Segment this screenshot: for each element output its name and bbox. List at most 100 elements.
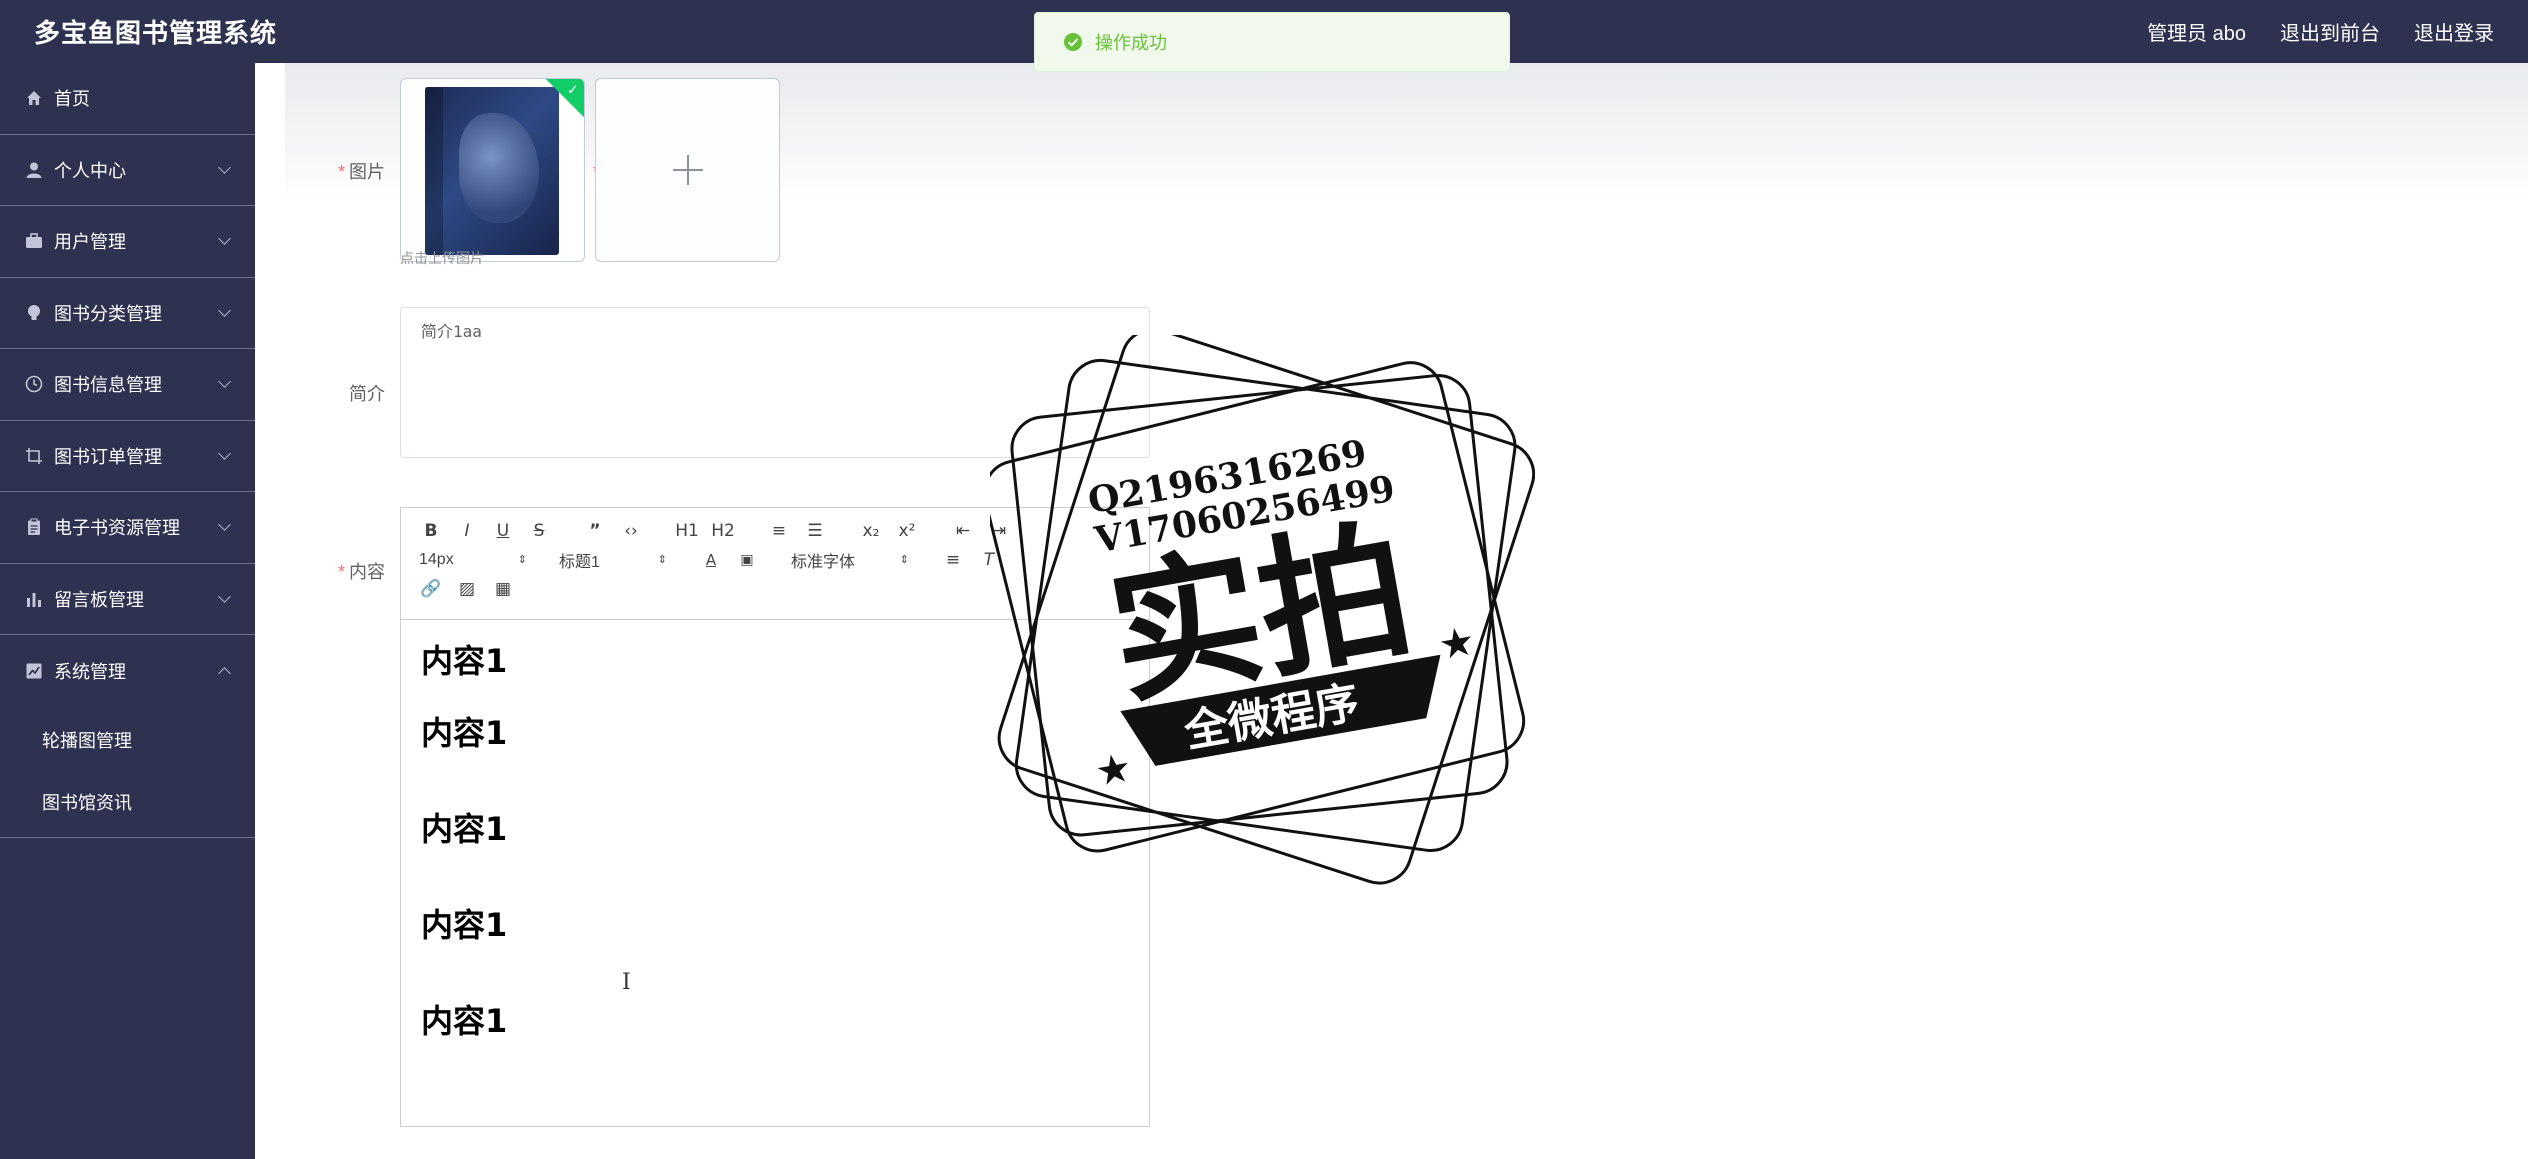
image-icon[interactable]: ▨ (449, 579, 485, 599)
content-heading: 内容1 (421, 1002, 508, 1040)
chevron-down-icon (218, 303, 231, 317)
logout-link[interactable]: 退出登录 (2414, 17, 2494, 46)
sidebar-item-label: 电子书资源管理 (54, 518, 180, 539)
clipboard-icon (24, 517, 44, 537)
strike-button[interactable]: S (521, 521, 557, 541)
admin-user-link[interactable]: 管理员 abo (2147, 17, 2246, 46)
bullet-list-button[interactable]: ☰ (797, 521, 833, 541)
heading-select[interactable]: 标题1 ⇕ (553, 548, 673, 572)
bold-button[interactable]: B (413, 521, 449, 541)
chevron-down-icon (218, 375, 231, 389)
rich-text-editor: B I U S ” ‹› H1 H2 ≡ ☰ x₂ x² ⇤ ⇥ 14px ⇕ (400, 507, 1150, 1127)
subscript-button[interactable]: x₂ (853, 521, 889, 541)
editor-content[interactable]: 内容1 内容1 内容1 内容1 内容1 (401, 620, 1149, 1058)
exit-to-frontend-link[interactable]: 退出到前台 (2280, 17, 2380, 46)
ordered-list-button[interactable]: ≡ (761, 521, 797, 541)
sidebar-item-label: 个人中心 (54, 160, 126, 181)
intro-textarea[interactable]: 简介1aa (400, 307, 1150, 458)
font-size-value: 14px (419, 550, 454, 568)
content-heading: 内容1 (421, 714, 508, 752)
sidebar-item-label: 留言板管理 (54, 589, 144, 610)
sidebar-item-label: 系统管理 (54, 661, 126, 682)
clock-icon (24, 374, 44, 394)
outdent-button[interactable]: ⇤ (945, 521, 981, 541)
superscript-button[interactable]: x² (889, 521, 925, 541)
content-heading: 内容1 (421, 642, 508, 680)
select-arrow-icon: ⇕ (657, 554, 667, 566)
system-management-submenu: 轮播图管理 图书馆资讯 (0, 707, 255, 838)
bar-chart-icon (24, 589, 44, 609)
sidebar-item-home[interactable]: 首页 (0, 63, 255, 135)
top-links: 管理员 abo 退出到前台 退出登录 (2147, 17, 2494, 46)
chevron-down-icon (218, 518, 231, 532)
code-block-button[interactable]: ‹› (613, 521, 649, 541)
chevron-down-icon (218, 446, 231, 460)
toast-message: 操作成功 (1095, 33, 1167, 53)
crop-icon (24, 446, 44, 466)
italic-button[interactable]: I (449, 521, 485, 541)
underline-button[interactable]: U (485, 521, 521, 541)
sidebar-subitem-carousel[interactable]: 轮播图管理 (0, 709, 255, 771)
content-heading: 内容1 (421, 906, 508, 944)
image-label-text: 图片 (349, 162, 385, 182)
header2-button[interactable]: H2 (705, 521, 741, 541)
chevron-down-icon (218, 589, 231, 603)
briefcase-icon (24, 231, 44, 251)
upload-hint: 点击上传图片 (400, 250, 484, 266)
font-size-select[interactable]: 14px ⇕ (413, 551, 533, 569)
required-mark: * (337, 162, 345, 182)
sidebar-item-label: 图书订单管理 (54, 446, 162, 467)
editor-toolbar: B I U S ” ‹› H1 H2 ≡ ☰ x₂ x² ⇤ ⇥ 14px ⇕ (401, 508, 1149, 620)
align-icon[interactable]: ≡ (935, 550, 971, 570)
font-family-select[interactable]: 标准字体 ⇕ (785, 548, 915, 572)
sidebar-item-message-board[interactable]: 留言板管理 (0, 564, 255, 635)
indent-button[interactable]: ⇥ (981, 521, 1017, 541)
clear-format-icon[interactable]: T (971, 550, 1007, 570)
chevron-down-icon (218, 160, 231, 174)
header1-button[interactable]: H1 (669, 521, 705, 541)
sidebar: 首页 个人中心 用户管理 图书分类管理 图书信息管理 图书订单管理 电子书资源管… (0, 63, 255, 1159)
user-icon (24, 160, 44, 180)
book-cover-image (425, 87, 559, 255)
content-field-label: * 内容 (255, 558, 385, 584)
font-color-icon[interactable]: A (693, 551, 729, 569)
uploaded-image-thumbnail[interactable]: ✓ (400, 78, 585, 262)
toolbar-row-3: 🔗 ▨ ▦ (413, 574, 1137, 603)
sidebar-item-book-category[interactable]: 图书分类管理 (0, 278, 255, 349)
sidebar-item-label: 用户管理 (54, 232, 126, 253)
chevron-down-icon (218, 232, 231, 246)
select-arrow-icon: ⇕ (899, 554, 909, 566)
plus-icon (672, 155, 703, 185)
intro-field-label: 简介 (349, 384, 385, 404)
home-icon (24, 88, 44, 108)
sidebar-item-label: 图书分类管理 (54, 303, 162, 324)
sidebar-item-label: 首页 (54, 89, 90, 110)
select-arrow-icon: ⇕ (517, 554, 527, 566)
sidebar-item-personal-center[interactable]: 个人中心 (0, 135, 255, 206)
toolbar-row-2: 14px ⇕ 标题1 ⇕ A ▣ 标准字体 ⇕ ≡ T (413, 545, 1137, 574)
content-heading: 内容1 (421, 810, 508, 848)
lightbulb-icon (24, 303, 44, 323)
sidebar-subitem-library-news[interactable]: 图书馆资讯 (0, 771, 255, 833)
check-icon: ✓ (566, 81, 579, 98)
sidebar-item-user-management[interactable]: 用户管理 (0, 206, 255, 278)
image-field-label: *图片 (255, 158, 385, 184)
upload-image-button[interactable] (595, 78, 780, 262)
chart-icon (24, 661, 44, 681)
toolbar-row-1: B I U S ” ‹› H1 H2 ≡ ☰ x₂ x² ⇤ ⇥ (413, 516, 1137, 545)
sidebar-item-system-management[interactable]: 系统管理 (0, 635, 255, 707)
background-color-icon[interactable]: ▣ (729, 552, 765, 568)
blockquote-button[interactable]: ” (577, 521, 613, 541)
sidebar-item-book-info[interactable]: 图书信息管理 (0, 349, 255, 421)
content-label-text: 内容 (349, 562, 385, 582)
app-title: 多宝鱼图书管理系统 (34, 18, 278, 48)
font-family-value: 标准字体 (791, 553, 856, 571)
video-icon[interactable]: ▦ (485, 579, 521, 599)
required-mark: * (337, 562, 345, 582)
success-check-icon (1064, 33, 1082, 51)
sidebar-item-book-order[interactable]: 图书订单管理 (0, 421, 255, 492)
sidebar-item-ebook-resources[interactable]: 电子书资源管理 (0, 492, 255, 564)
link-icon[interactable]: 🔗 (413, 579, 449, 599)
text-cursor-icon: I (622, 970, 631, 995)
chevron-up-icon (218, 666, 231, 680)
